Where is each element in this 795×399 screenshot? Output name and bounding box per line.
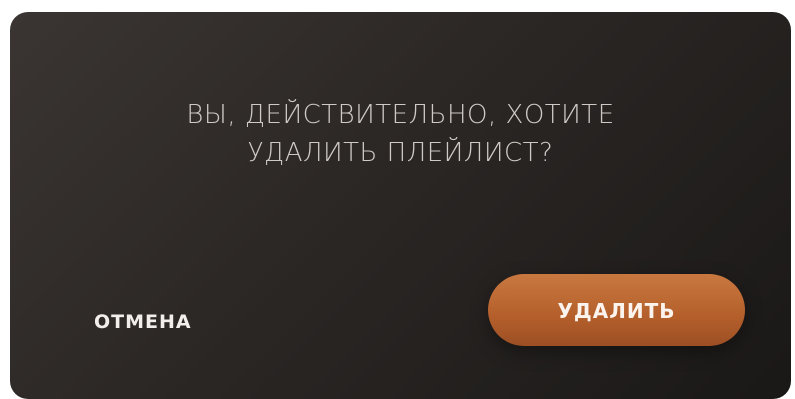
- dialog-message-line-1: ВЫ, ДЕЙСТВИТЕЛЬНО, ХОТИТЕ: [186, 100, 615, 130]
- dialog-message: ВЫ, ДЕЙСТВИТЕЛЬНО, ХОТИТЕ УДАЛИТЬ ПЛЕЙЛИ…: [10, 96, 791, 172]
- dialog-message-line-2: УДАЛИТЬ ПЛЕЙЛИСТ?: [247, 138, 554, 168]
- delete-button[interactable]: УДАЛИТЬ: [488, 274, 745, 346]
- cancel-button[interactable]: ОТМЕНА: [82, 294, 204, 350]
- confirm-delete-dialog: ВЫ, ДЕЙСТВИТЕЛЬНО, ХОТИТЕ УДАЛИТЬ ПЛЕЙЛИ…: [10, 12, 791, 399]
